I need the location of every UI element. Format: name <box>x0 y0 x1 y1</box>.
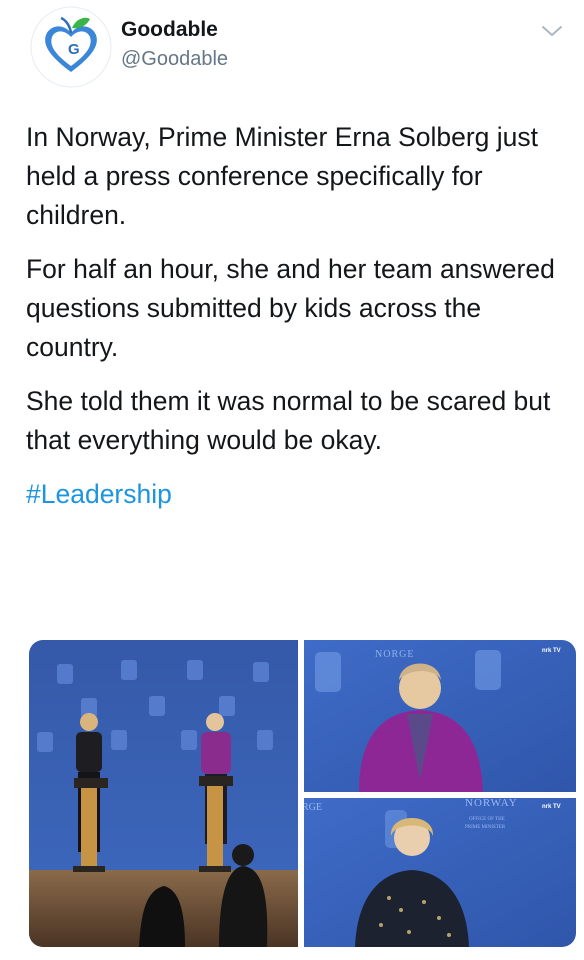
backdrop-text-edge: RGE <box>302 802 322 813</box>
backdrop-subtext-2: PRIME MINISTER <box>465 825 506 830</box>
tweet-text: In Norway, Prime Minister Erna Solberg j… <box>26 118 571 529</box>
tweet-paragraph: She told them it was normal to be scared… <box>26 386 551 455</box>
chevron-down-icon[interactable] <box>540 22 564 40</box>
media-grid: NORGE nrk TV RGE NORWAY OFFICE OF THE PR… <box>29 640 576 947</box>
avatar[interactable]: G <box>30 6 112 88</box>
display-name[interactable]: Goodable <box>121 18 218 42</box>
photo-press-conference-wide[interactable] <box>29 640 298 947</box>
photo-minister-closeup[interactable]: RGE NORWAY OFFICE OF THE PRIME MINISTER … <box>302 797 576 947</box>
tweet-paragraph: For half an hour, she and her team answe… <box>26 254 555 362</box>
hashtag-link[interactable]: #Leadership <box>26 479 172 509</box>
user-handle[interactable]: @Goodable <box>121 48 228 71</box>
broadcaster-logo: nrk TV <box>542 648 561 654</box>
backdrop-subtext-1: OFFICE OF THE <box>469 817 505 822</box>
backdrop-text: NORGE <box>375 649 414 660</box>
photo-prime-minister-closeup[interactable]: NORGE nrk TV <box>304 640 576 792</box>
heart-apple-logo-icon: G <box>30 6 112 88</box>
avatar-letter: G <box>68 41 80 58</box>
backdrop-text-norway: NORWAY <box>465 797 518 809</box>
tweet-paragraph: In Norway, Prime Minister Erna Solberg j… <box>26 122 539 230</box>
tweet-header: G Goodable @Goodable <box>0 0 584 100</box>
broadcaster-logo-2: nrk TV <box>542 804 561 810</box>
